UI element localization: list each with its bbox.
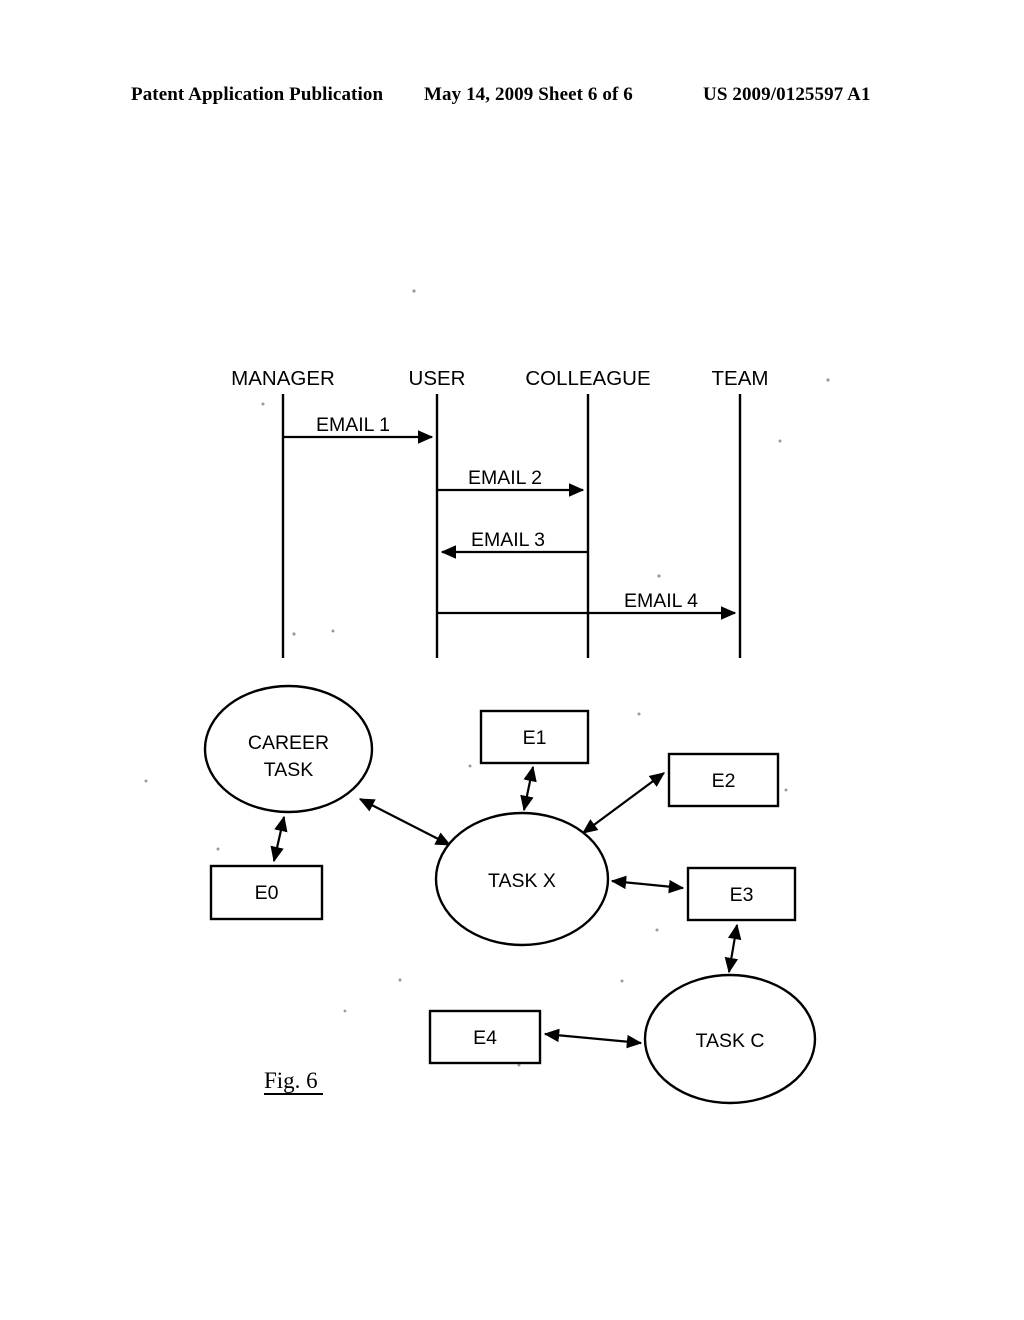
message-label-email-2: EMAIL 2 bbox=[468, 467, 542, 489]
node-e3-label: E3 bbox=[730, 884, 754, 906]
edge-e3-task-c bbox=[724, 923, 742, 974]
sequence-diagram: MANAGER USER COLLEAGUE TEAM EMAIL 1 EMAI… bbox=[231, 367, 768, 658]
message-label-email-4: EMAIL 4 bbox=[624, 590, 698, 612]
message-label-email-3: EMAIL 3 bbox=[471, 529, 545, 551]
actor-label-user: USER bbox=[409, 367, 466, 390]
node-e1-label: E1 bbox=[523, 727, 547, 749]
node-e2[interactable]: E2 bbox=[667, 752, 780, 808]
node-task-x[interactable]: TASK X bbox=[434, 811, 610, 947]
node-career-task-label-line2: TASK bbox=[264, 759, 313, 781]
figure-canvas: MANAGER USER COLLEAGUE TEAM EMAIL 1 EMAI… bbox=[144, 289, 830, 1105]
patent-figure-6: MANAGER USER COLLEAGUE TEAM EMAIL 1 EMAI… bbox=[0, 0, 1024, 1320]
actor-label-team: TEAM bbox=[712, 367, 769, 390]
task-graph: CAREER TASK E0 E1 E2 TASK X E3 E4 TASK C bbox=[203, 684, 817, 1105]
scan-speckles bbox=[144, 289, 830, 1067]
edge-e2-task-x bbox=[582, 772, 665, 834]
figure-caption: Fig. 6 bbox=[264, 1068, 323, 1095]
actor-label-colleague: COLLEAGUE bbox=[525, 367, 650, 390]
node-task-x-label: TASK X bbox=[488, 870, 556, 892]
figure-caption-text: Fig. 6 bbox=[264, 1068, 318, 1093]
node-e3[interactable]: E3 bbox=[686, 866, 797, 922]
message-label-email-1: EMAIL 1 bbox=[316, 414, 390, 436]
node-e0-label: E0 bbox=[255, 882, 279, 904]
edge-e1-task-x bbox=[520, 765, 537, 812]
node-task-c-label: TASK C bbox=[696, 1030, 765, 1052]
edge-e0-career-task bbox=[270, 815, 288, 863]
edge-e3-task-x bbox=[610, 875, 685, 894]
actor-label-manager: MANAGER bbox=[231, 367, 335, 390]
node-career-task[interactable]: CAREER TASK bbox=[203, 684, 374, 814]
node-e0[interactable]: E0 bbox=[209, 864, 324, 921]
node-e4-label: E4 bbox=[473, 1027, 497, 1049]
node-task-c[interactable]: TASK C bbox=[643, 973, 817, 1105]
node-e1[interactable]: E1 bbox=[479, 709, 590, 765]
edge-career-task-task-x bbox=[358, 798, 452, 846]
node-career-task-label-line1: CAREER bbox=[248, 732, 329, 754]
node-e2-label: E2 bbox=[712, 770, 736, 792]
edge-e4-task-c bbox=[543, 1028, 643, 1049]
node-e4[interactable]: E4 bbox=[428, 1009, 542, 1065]
